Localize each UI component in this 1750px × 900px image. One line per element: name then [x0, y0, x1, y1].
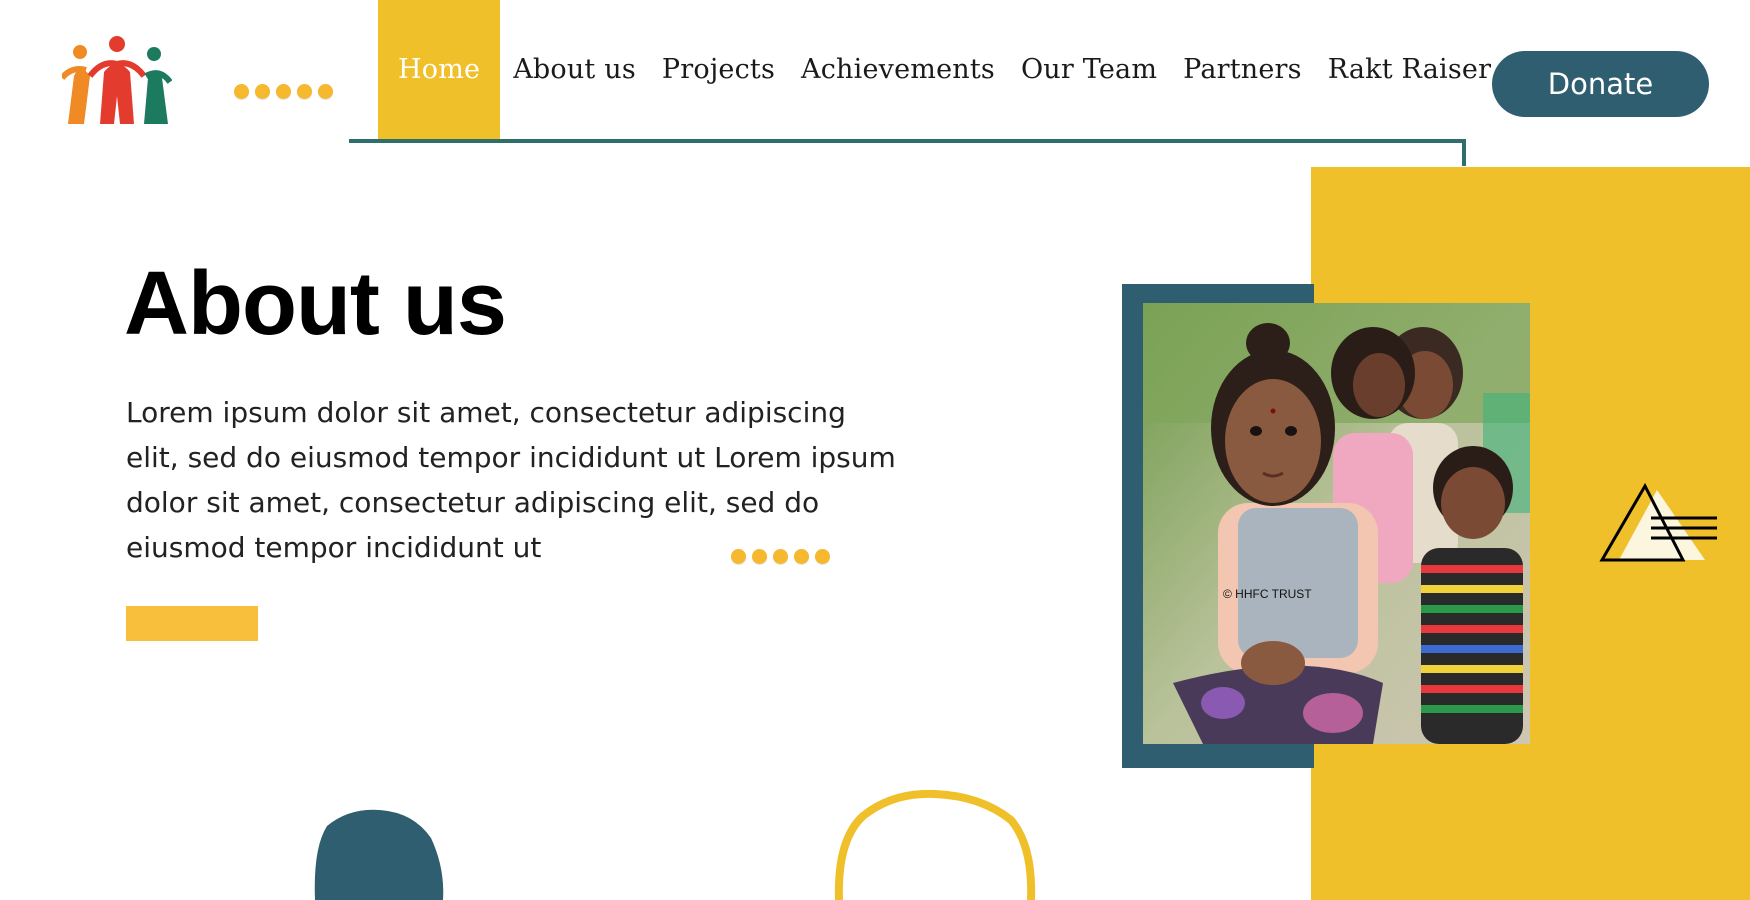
nav-item-projects[interactable]: Projects — [649, 0, 788, 139]
nav-item-rakt-raiser[interactable]: Rakt Raiser — [1315, 0, 1504, 139]
dot — [752, 549, 767, 564]
dots-decoration — [234, 84, 333, 99]
nav-item-home[interactable]: Home — [378, 0, 501, 139]
dot — [318, 84, 333, 99]
page-title: About us — [124, 254, 507, 354]
dot — [794, 549, 809, 564]
triangle-lines-icon — [1599, 482, 1717, 562]
yellow-arch-decoration — [834, 790, 1036, 900]
nav-item-partners[interactable]: Partners — [1170, 0, 1315, 139]
photo-frame-bottom — [1122, 744, 1314, 768]
main-nav: Home About us Projects Achievements Our … — [378, 0, 1504, 139]
dot — [815, 549, 830, 564]
nav-item-about-us[interactable]: About us — [500, 0, 649, 139]
children-photo: © HHFC TRUST — [1143, 303, 1530, 744]
dot — [731, 549, 746, 564]
donate-button[interactable]: Donate — [1492, 51, 1709, 117]
read-more-button[interactable] — [126, 606, 258, 641]
dots-decoration — [731, 549, 830, 564]
nav-item-achievements[interactable]: Achievements — [788, 0, 1008, 139]
dot — [297, 84, 312, 99]
dot — [234, 84, 249, 99]
children-photo-illustration — [1143, 303, 1530, 744]
photo-watermark: © HHFC TRUST — [1223, 587, 1312, 601]
logo-people-icon[interactable] — [62, 36, 172, 126]
dot — [276, 84, 291, 99]
about-body-text: Lorem ipsum dolor sit amet, consectetur … — [126, 396, 896, 564]
nav-underline — [349, 139, 1466, 143]
nav-underline-drop — [1462, 139, 1466, 166]
dot — [773, 549, 788, 564]
blue-blob-decoration — [314, 809, 444, 900]
nav-item-our-team[interactable]: Our Team — [1008, 0, 1170, 139]
dot — [255, 84, 270, 99]
